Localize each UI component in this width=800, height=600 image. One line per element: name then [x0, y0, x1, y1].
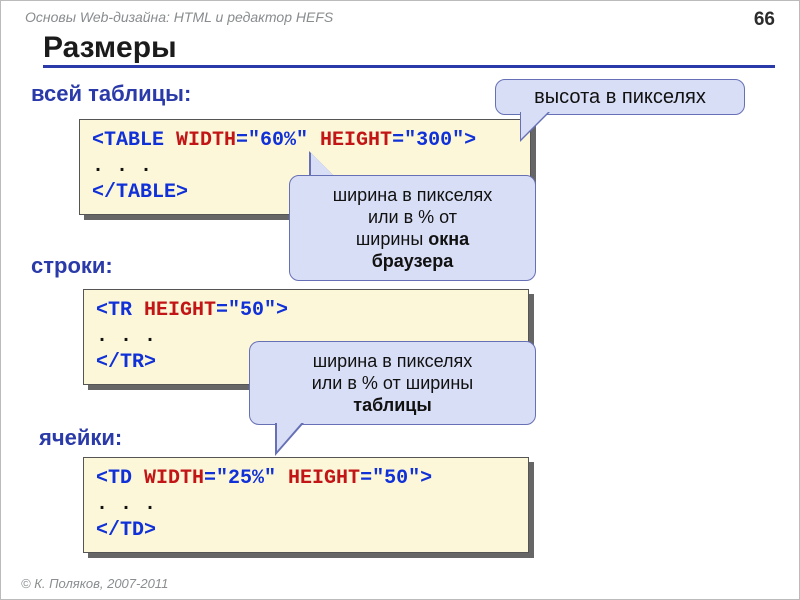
code-token: . . .: [92, 155, 152, 178]
callout-text-bold: окна: [428, 229, 469, 249]
code-token: <TD: [96, 467, 144, 490]
callout-height: высота в пикселях: [495, 79, 745, 115]
callout-text: ширина в пикселях: [333, 185, 493, 205]
callout-text: ширина в пикселях: [313, 351, 473, 371]
code-token: <TR: [96, 299, 144, 322]
callout-width-table: ширина в пикселях или в % от ширины табл…: [249, 341, 536, 425]
code-token: </TABLE>: [92, 181, 188, 204]
callout-text-bold: таблицы: [353, 395, 431, 415]
code-token: ="300">: [392, 129, 476, 152]
code-token: WIDTH: [176, 129, 236, 152]
subheading-table: всей таблицы:: [31, 81, 191, 107]
code-token: WIDTH: [144, 467, 204, 490]
code-token: ="50">: [360, 467, 432, 490]
header-text: Основы Web-дизайна: HTML и редактор HEFS: [25, 9, 333, 31]
callout-tail: [521, 111, 549, 139]
code-token: <TABLE: [92, 129, 176, 152]
slide-title: Размеры: [43, 31, 775, 68]
code-token: </TR>: [96, 351, 156, 374]
code-token: ="60%": [236, 129, 320, 152]
subheading-row: строки:: [31, 253, 113, 279]
code-token: . . .: [96, 325, 156, 348]
code-token: ="50">: [216, 299, 288, 322]
subheading-cell: ячейки:: [39, 425, 122, 451]
callout-text: ширины: [356, 229, 428, 249]
code-token: </TD>: [96, 519, 156, 542]
callout-width-window: ширина в пикселях или в % от ширины окна…: [289, 175, 536, 281]
callout-tail: [277, 421, 303, 451]
callout-text: или в % от ширины: [312, 373, 473, 393]
slide-footer: © К. Поляков, 2007-2011: [21, 576, 168, 591]
code-box-cell: <TD WIDTH="25%" HEIGHT="50"> . . . </TD>: [83, 457, 529, 553]
code-token: . . .: [96, 493, 156, 516]
slide-header: Основы Web-дизайна: HTML и редактор HEFS…: [25, 9, 775, 31]
code-token: HEIGHT: [320, 129, 392, 152]
callout-text: или в % от: [368, 207, 457, 227]
callout-text: высота в пикселях: [534, 86, 706, 108]
code-token: HEIGHT: [288, 467, 360, 490]
page-number: 66: [754, 9, 775, 31]
slide: Основы Web-дизайна: HTML и редактор HEFS…: [0, 0, 800, 600]
code-token: HEIGHT: [144, 299, 216, 322]
code-token: ="25%": [204, 467, 288, 490]
callout-text-bold: браузера: [372, 251, 454, 271]
